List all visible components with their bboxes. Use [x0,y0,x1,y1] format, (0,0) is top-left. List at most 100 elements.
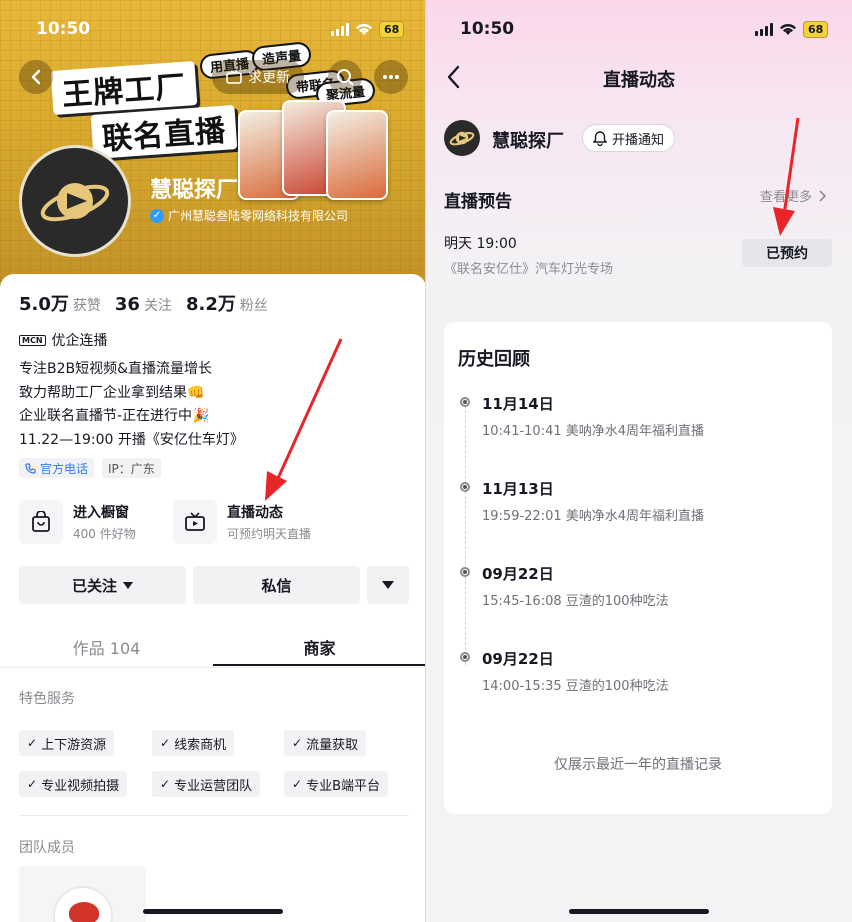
more-dots-icon [383,75,399,79]
timeline-dot [460,397,470,407]
search-icon [337,69,354,86]
service-tag: ✓ 专业运营团队 [152,771,261,797]
shop-window-sub: 400 件好物 [73,527,136,541]
signal-icon [331,22,349,36]
bell-icon [593,130,607,146]
left-screen: 王牌工厂 联名直播 用直播 造声量 带联名 聚流量 10:50 68 求更新 慧… [0,0,426,922]
followed-button[interactable]: 已关注 [19,566,186,604]
mcn-logo: MCN [19,334,46,346]
back-button[interactable] [444,64,464,90]
planet-logo-icon [40,183,110,222]
home-indicator [143,909,283,914]
company-verification: ✓ 广州慧聪叁陆零网络科技有限公司 [150,207,348,224]
more-button[interactable] [374,60,408,94]
followed-label: 已关注 [71,576,117,595]
preview-section-title: 直播预告 [444,192,512,212]
service-tag: ✓ 上下游资源 [19,730,115,756]
status-time: 10:50 [460,19,515,39]
live-updates-entry[interactable]: 直播动态 可预约明天直播 [173,500,311,544]
see-more-label: 查看更多 [760,190,813,205]
history-item[interactable]: 19:59-22:01 美呐净水4周年福利直播 [482,505,704,524]
shop-window-title: 进入橱窗 [73,505,129,521]
team-member-card[interactable] [19,866,146,922]
team-member-logo [53,886,113,922]
bio-line: 致力帮助工厂企业拿到结果👊 [19,384,205,401]
status-icons: 68 [755,16,829,42]
official-phone-chip[interactable]: 官方电话 [19,458,95,478]
shop-window-entry[interactable]: 进入橱窗 400 件好物 [19,500,136,544]
stat-following-value: 36 [114,294,140,315]
section-divider [19,815,409,816]
timeline-line [465,405,466,665]
mcn-label: 优企连播 [51,333,108,349]
bio-line: 11.22—19:00 开播《安亿仕车灯》 [19,431,244,448]
check-icon: ✓ [160,736,171,750]
tab-works[interactable]: 作品 104 [0,626,213,668]
live-notify-button[interactable]: 开播通知 [582,124,676,152]
see-more-link[interactable]: 查看更多 [760,186,827,205]
banner-phone-thumb-3 [326,110,388,200]
stat-followers-value: 8.2万 [185,294,236,315]
chevron-right-icon [819,189,827,202]
wifi-icon [780,24,796,35]
tab-shop[interactable]: 商家 [213,626,426,668]
back-button[interactable] [19,60,53,94]
service-tag: ✓ 流量获取 [284,730,367,756]
update-icon [226,70,242,84]
stat-following-label: 关注 [143,298,172,314]
history-title: 历史回顾 [458,349,530,370]
request-update-button[interactable]: 求更新 [212,60,304,94]
history-item[interactable]: 14:00-15:35 豆渣的100种吃法 [482,675,669,694]
search-button[interactable] [328,60,362,94]
history-date: 11月14日 [482,395,554,413]
live-notify-label: 开播通知 [612,132,665,148]
stat-likes[interactable]: 5.0万 获赞 [19,290,101,316]
request-update-label: 求更新 [248,70,290,86]
bio-line: 企业联名直播节-正在进行中🎉 [19,408,210,424]
history-item[interactable]: 15:45-16:08 豆渣的100种吃法 [482,590,669,609]
service-tag-label: 专业视频拍摄 [41,778,120,794]
tab-active-indicator [213,664,426,666]
service-tag-label: 专业运营团队 [174,778,253,794]
battery-icon: 68 [803,20,829,38]
account-avatar[interactable] [444,120,480,156]
profile-bio: 专注B2B短视频&直播流量增长 致力帮助工厂企业拿到结果👊 企业联名直播节-正在… [19,358,244,452]
service-tag-label: 专业B端平台 [306,778,380,794]
battery-icon: 68 [379,20,405,38]
stat-following[interactable]: 36 关注 [115,294,172,315]
check-icon: ✓ [292,736,303,750]
stat-followers[interactable]: 8.2万 粉丝 [186,290,268,316]
booked-button[interactable]: 已预约 [742,239,832,267]
stat-likes-label: 获赞 [72,298,101,314]
planet-logo-icon [449,131,475,146]
profile-avatar[interactable] [19,145,131,257]
service-tag-label: 上下游资源 [41,737,107,753]
wifi-icon [356,24,372,35]
mcn-row[interactable]: MCN 优企连播 [19,330,108,350]
check-icon: ✓ [292,777,303,791]
live-updates-title: 直播动态 [227,505,283,521]
phone-icon [25,462,36,474]
profile-tabs: 作品 104 商家 [0,626,426,668]
company-name: 广州慧聪叁陆零网络科技有限公司 [168,209,349,223]
account-name: 慧聪探厂 [492,131,564,152]
more-actions-button[interactable] [367,566,409,604]
ip-location-label: IP：广东 [108,461,155,476]
message-button[interactable]: 私信 [193,566,360,604]
service-tag-label: 线索商机 [174,737,227,753]
history-date: 09月22日 [482,650,554,668]
timeline-dot [460,482,470,492]
profile-name: 慧聪探厂 [150,178,239,203]
status-time: 10:50 [36,19,91,39]
status-bar: 10:50 [460,16,514,42]
check-icon: ✓ [27,777,38,791]
official-phone-label: 官方电话 [40,461,89,476]
page-title: 直播动态 [603,70,675,91]
history-footer-note: 仅展示最近一年的直播记录 [554,757,722,773]
tv-icon [173,500,217,544]
profile-stats: 5.0万 获赞 36 关注 8.2万 粉丝 [19,290,268,316]
check-icon: ✓ [160,777,171,791]
preview-subject: 《联名安亿仕》汽车灯光专场 [444,262,614,277]
signal-icon [755,22,773,36]
history-item[interactable]: 10:41-10:41 美呐净水4周年福利直播 [482,420,704,439]
